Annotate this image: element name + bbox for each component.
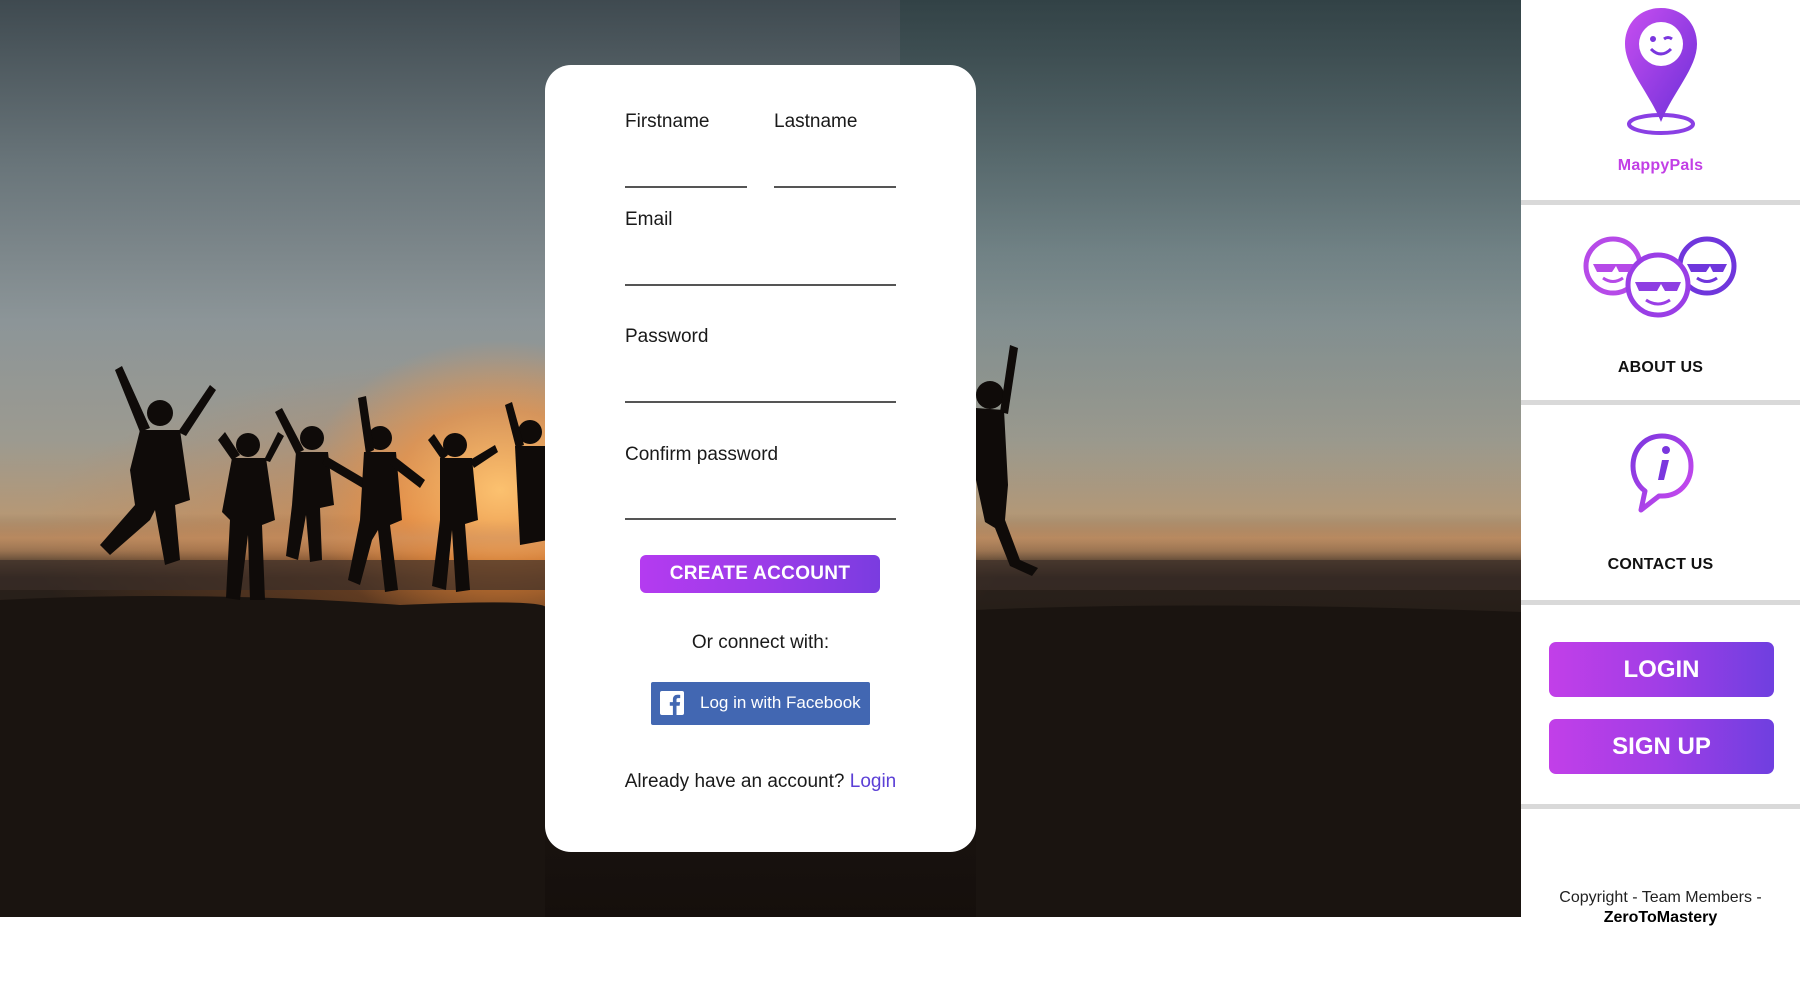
lastname-label: Lastname: [774, 111, 858, 132]
connect-with-text: Or connect with:: [691, 632, 830, 653]
email-label: Email: [625, 209, 673, 230]
about-us-label: ABOUT US: [1617, 359, 1704, 376]
confirm-password-label: Confirm password: [625, 444, 779, 465]
firstname-label: Firstname: [625, 111, 710, 132]
lastname-input[interactable]: [774, 180, 896, 188]
already-text: Already have an account?: [624, 771, 845, 792]
contact-us-section[interactable]: CONTACT US: [1521, 405, 1800, 600]
password-label: Password: [625, 326, 709, 347]
copyright-org: ZeroToMastery: [1603, 909, 1718, 926]
location-pin-smiley-icon: [1625, 8, 1697, 135]
password-input[interactable]: [625, 395, 896, 403]
login-button[interactable]: LOGIN: [1549, 642, 1774, 697]
signup-card: Firstname Lastname Email Password Confir…: [545, 65, 976, 852]
info-speech-bubble-icon: [1630, 433, 1694, 513]
copyright: Copyright - Team Members - ZeroToMastery: [1521, 888, 1800, 928]
sidebar-divider: [1521, 804, 1800, 809]
copyright-text: Copyright - Team Members -: [1559, 889, 1762, 906]
already-have-account: Already have an account? Login: [545, 771, 976, 793]
group-of-smileys-icon: [1583, 236, 1737, 318]
about-us-section[interactable]: ABOUT US: [1521, 205, 1800, 400]
contact-us-label: CONTACT US: [1607, 556, 1714, 573]
create-account-button[interactable]: CREATE ACCOUNT: [640, 555, 880, 593]
firstname-input[interactable]: [625, 180, 747, 188]
facebook-icon: [660, 691, 684, 715]
sidebar: MappyPals ABOUT US CONTACT US LOGIN SIGN…: [1521, 0, 1800, 1000]
facebook-login-button[interactable]: Log in with Facebook: [651, 682, 870, 725]
confirm-password-input[interactable]: [625, 512, 896, 520]
signup-button[interactable]: SIGN UP: [1549, 719, 1774, 774]
email-input[interactable]: [625, 278, 896, 286]
facebook-button-label: Log in with Facebook: [700, 693, 861, 712]
sidebar-divider: [1521, 600, 1800, 605]
brand-section[interactable]: MappyPals: [1521, 0, 1800, 200]
login-link[interactable]: Login: [850, 771, 897, 792]
brand-name: MappyPals: [1617, 157, 1704, 174]
